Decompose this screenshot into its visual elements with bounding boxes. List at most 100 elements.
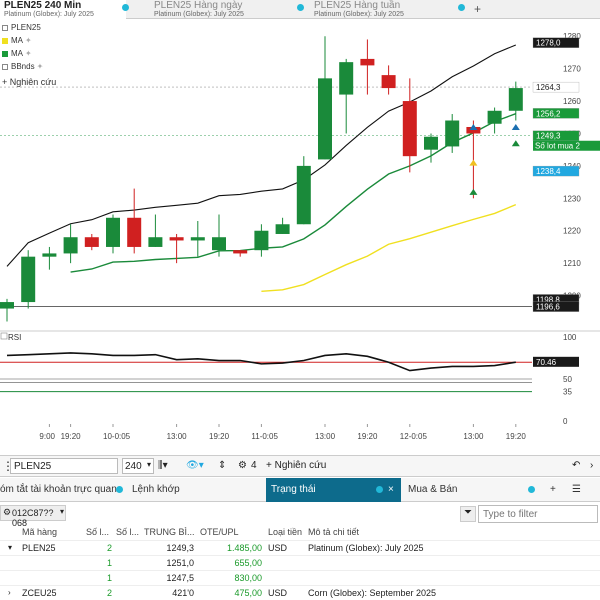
tab-plen25-240min[interactable]: PLEN25 240 Min Platinum (Globex): July 2…	[0, 0, 126, 19]
chart-area[interactable]: 1280127012601250124012301220121012001278…	[0, 19, 600, 455]
candle-body[interactable]	[21, 256, 36, 303]
settings-icon[interactable]: ✦	[37, 62, 44, 71]
panel-tab-bar: óm tắt tài khoản trực quan Lệnh khớp Trạ…	[0, 478, 600, 502]
cell-description: Platinum (Globex): July 2025	[308, 543, 424, 553]
checkbox-icon[interactable]	[2, 24, 8, 31]
legend-item-ma-yellow[interactable]: MA ✦	[0, 34, 32, 47]
checkbox-icon[interactable]	[2, 63, 8, 70]
tab-positions[interactable]: Trạng thái ×	[266, 478, 401, 502]
chevron-down-icon: ▾	[59, 507, 64, 516]
rsi-axis-tick: 35	[563, 388, 572, 397]
tab-plen25-weekly[interactable]: PLEN25 Hàng tuần Platinum (Globex): July…	[310, 0, 450, 19]
interval-select[interactable]: 240 ▾	[122, 458, 154, 474]
add-tab-button[interactable]: +	[474, 2, 481, 16]
price-axis-label-text: 1238,4	[536, 167, 561, 176]
visibility-icon[interactable]: 👁▾	[186, 460, 204, 471]
candle-body[interactable]	[169, 237, 184, 241]
candle-body[interactable]	[508, 88, 523, 111]
table-row[interactable]: › ZCEU25 2 421'0 475,00 USD Corn (Globex…	[0, 585, 600, 600]
cell-ote: 655,00	[234, 558, 262, 568]
tab-plen25-daily[interactable]: PLEN25 Hàng ngày Platinum (Globex): July…	[150, 0, 290, 19]
account-select[interactable]: ⚙ 012C87??068 ▾	[0, 505, 66, 528]
chart-tab-bar: PLEN25 240 Min Platinum (Globex): July 2…	[0, 0, 600, 19]
candle-body[interactable]	[212, 237, 226, 251]
tab-account-summary[interactable]: óm tắt tài khoản trực quan	[0, 478, 117, 502]
symbol-input-value: PLEN25	[14, 461, 52, 472]
symbol-input[interactable]: PLEN25	[10, 458, 118, 474]
col-header-avg[interactable]: TRUNG BÌ...	[144, 527, 198, 537]
tab-buy-sell[interactable]: Mua & Bán	[408, 478, 457, 502]
color-swatch-icon	[2, 37, 8, 44]
legend-item-bbands[interactable]: BBnds ✦	[0, 60, 43, 73]
candle-body[interactable]	[445, 120, 460, 147]
add-study-toolbar-button[interactable]: + Nghiên cứu	[266, 460, 326, 471]
price-axis-label-text: 1256,2	[536, 109, 561, 118]
candle-body[interactable]	[63, 237, 78, 254]
col-header-currency[interactable]: Loại tiền	[268, 527, 308, 537]
candle-body[interactable]	[318, 78, 332, 160]
candle-body[interactable]	[296, 165, 311, 225]
menu-icon[interactable]: ☰	[572, 478, 581, 502]
cell-ote: 830,00	[234, 573, 262, 583]
cell-symbol: PLEN25	[22, 543, 56, 553]
filter-icon[interactable]: ⏷	[460, 506, 476, 522]
cell-currency: USD	[268, 588, 288, 598]
tab-fills[interactable]: Lệnh khớp	[132, 478, 180, 502]
candle-body[interactable]	[424, 136, 438, 150]
candle-body[interactable]	[0, 302, 14, 309]
candle-body[interactable]	[42, 253, 57, 257]
add-panel-tab-button[interactable]: +	[550, 478, 556, 502]
color-swatch-icon	[2, 50, 8, 57]
table-row[interactable]: 1 1247,5 830,00	[0, 570, 600, 585]
account-icon: ⚙	[3, 507, 12, 517]
add-study-button[interactable]: + Nghiên cứu	[2, 77, 56, 87]
table-row[interactable]: ▾ PLEN25 2 1249,3 1.485,00 USD Platinum …	[0, 540, 600, 555]
drawing-tools-icon[interactable]: ⇕	[218, 460, 226, 471]
candle-body[interactable]	[487, 110, 502, 124]
close-icon[interactable]: ×	[388, 478, 394, 502]
next-icon[interactable]: ›	[590, 460, 593, 471]
table-row[interactable]: 1 1251,0 655,00	[0, 555, 600, 570]
collapse-icon[interactable]: ▾	[8, 543, 12, 552]
candle-body[interactable]	[254, 230, 269, 251]
legend-item-plen25[interactable]: PLEN25	[0, 21, 41, 34]
time-axis-tick: 10-0:05	[103, 432, 131, 441]
candle-body[interactable]	[127, 217, 142, 247]
indicators-gear-icon[interactable]: ⚙	[238, 460, 247, 471]
settings-icon[interactable]: ✦	[25, 36, 32, 45]
position-label-text: Số lot mua 2	[535, 142, 580, 151]
chart-toolbar: ⋮ PLEN25 240 ▾ ⫼▾ 👁▾ ⇕ ⚙ 4 + Nghiên cứu …	[0, 455, 600, 477]
col-header-qty1[interactable]: Số l...	[86, 527, 112, 537]
time-axis-tick: 12-0:05	[400, 432, 428, 441]
legend-item-ma-green[interactable]: MA ✦	[0, 47, 32, 60]
status-dot-icon	[458, 4, 465, 11]
col-header-symbol[interactable]: Mã hàng	[22, 527, 82, 537]
col-header-qty2[interactable]: Số l...	[116, 527, 142, 537]
candle-body[interactable]	[339, 62, 354, 95]
price-axis-label-text: 1249,3	[536, 132, 561, 141]
rsi-checkbox-icon[interactable]	[0, 332, 8, 340]
cell-qty1: 1	[106, 573, 112, 583]
candle-body[interactable]	[148, 237, 163, 247]
candle-body[interactable]	[84, 237, 99, 247]
candle-body[interactable]	[275, 224, 290, 234]
col-header-description[interactable]: Mô tả chi tiết	[308, 527, 428, 537]
candle-body[interactable]	[190, 237, 205, 241]
chart-type-icon[interactable]: ⫼▾	[158, 460, 168, 471]
price-chart[interactable]: 1280127012601250124012301220121012001278…	[0, 19, 600, 455]
interval-value: 240	[125, 461, 142, 472]
tab-subtitle: Platinum (Globex): July 2025	[154, 11, 244, 18]
candle-body[interactable]	[106, 217, 120, 247]
candle-body[interactable]	[233, 250, 248, 254]
settings-icon[interactable]: ✦	[25, 49, 32, 58]
candle-body[interactable]	[402, 101, 417, 157]
undo-icon[interactable]: ↶	[572, 460, 580, 471]
tab-title: PLEN25 Hàng ngày	[154, 0, 243, 11]
expand-icon[interactable]: ›	[8, 588, 11, 597]
filter-input[interactable]	[478, 505, 598, 523]
candle-body[interactable]	[381, 75, 396, 89]
cell-qty1: 1	[106, 558, 112, 568]
time-axis-tick: 19:20	[61, 432, 82, 441]
candle-body[interactable]	[360, 58, 375, 66]
col-header-ote[interactable]: OTE/UPL	[200, 527, 262, 537]
